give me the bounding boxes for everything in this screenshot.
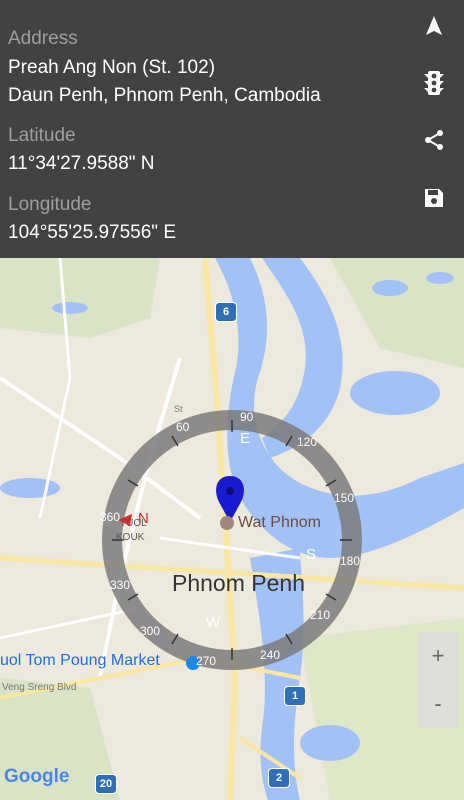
address-line-1: Preah Ang Non (St. 102) <box>8 57 216 78</box>
longitude-value: 104°55'25.97556" E <box>8 222 177 243</box>
poi-wat-phnom[interactable]: Wat Phnom <box>238 514 321 532</box>
traffic-button[interactable] <box>414 63 454 103</box>
compass-label-210: 210 <box>310 608 331 622</box>
route-shield-1: 1 <box>284 686 306 706</box>
compass-label-330: 330 <box>110 578 131 592</box>
route-shield-2: 2 <box>268 768 290 788</box>
compass-label-60: 60 <box>176 420 190 434</box>
save-button[interactable] <box>414 178 454 218</box>
location-info-panel: Address Preah Ang Non (St. 102) Daun Pen… <box>0 0 464 258</box>
map-canvas <box>0 258 464 800</box>
city-label: Phnom Penh <box>172 570 305 596</box>
route-shield-20: 20 <box>95 774 117 794</box>
traffic-light-icon <box>424 71 444 95</box>
compass-label-180: 180 <box>340 554 361 568</box>
road-label-st: St <box>174 404 183 414</box>
google-logo: Google <box>4 766 70 787</box>
compass-label-300: 300 <box>140 624 161 638</box>
address-label: Address <box>8 28 78 49</box>
zoom-out-button[interactable]: - <box>418 680 458 728</box>
road-label-veng-sreng: Veng Sreng Blvd <box>2 682 77 693</box>
navigate-button[interactable] <box>414 6 454 46</box>
poi-market[interactable]: uol Tom Poung Market <box>0 652 160 670</box>
route-shield-6: 6 <box>215 302 237 322</box>
longitude-label: Longitude <box>8 194 92 215</box>
compass-label-240: 240 <box>260 648 281 662</box>
compass-label-360: 360 <box>100 510 121 524</box>
compass-label-90: 90 <box>240 410 254 424</box>
latitude-value: 11°34'27.9588" N <box>8 153 155 174</box>
compass-south: S <box>306 546 317 563</box>
compass-label-270: 270 <box>196 654 217 668</box>
save-icon <box>425 189 443 207</box>
zoom-controls: + - <box>418 632 458 728</box>
zoom-in-button[interactable]: + <box>418 632 458 680</box>
latitude-label: Latitude <box>8 125 76 146</box>
poi-tuol-kouk-line1: TUOL <box>120 518 147 529</box>
poi-tuol-kouk-line2: KOUK <box>116 532 145 543</box>
share-icon <box>425 130 443 150</box>
address-line-2: Daun Penh, Phnom Penh, Cambodia <box>8 85 321 106</box>
compass-label-120: 120 <box>297 435 318 449</box>
navigate-icon <box>426 16 442 35</box>
share-button[interactable] <box>414 120 454 160</box>
map-view[interactable]: 90 120 150 180 210 240 270 300 330 360 6… <box>0 258 464 800</box>
compass-east: E <box>240 430 251 447</box>
compass-label-150: 150 <box>334 491 355 505</box>
compass-west: W <box>206 614 221 631</box>
